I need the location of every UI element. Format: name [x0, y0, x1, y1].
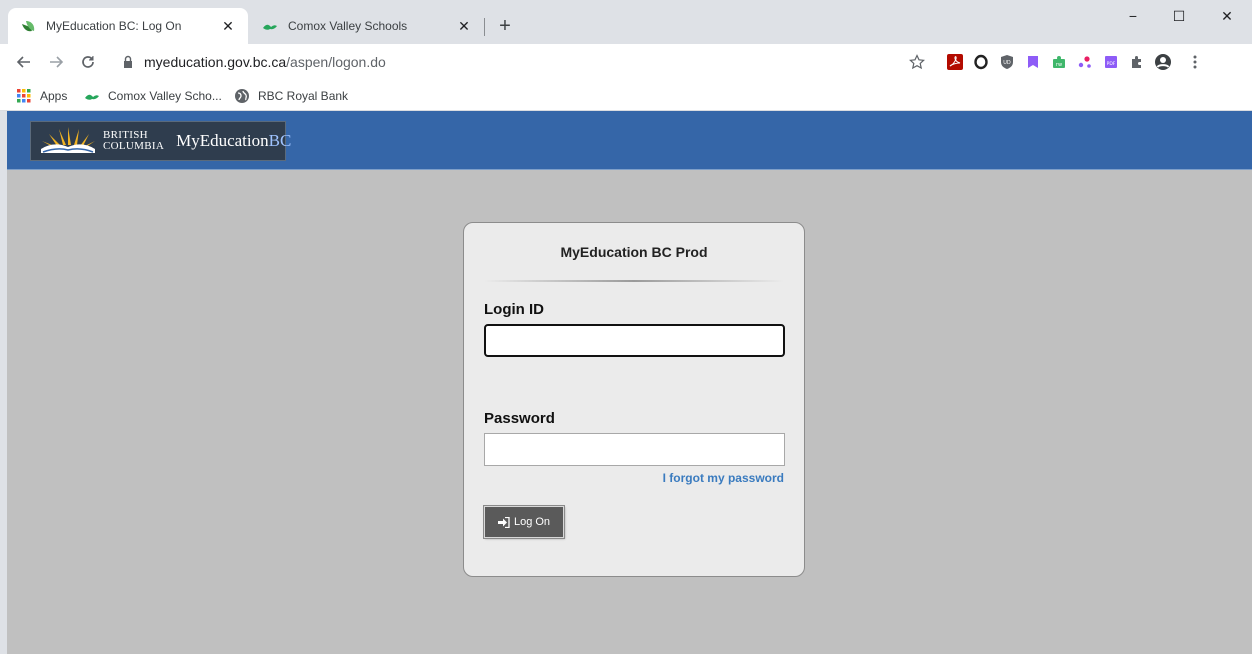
address-bar[interactable]: myeducation.gov.bc.ca/aspen/logon.do	[110, 49, 940, 75]
bookmark-apps[interactable]: Apps	[16, 86, 67, 106]
bookmarks-bar: Apps Comox Valley Scho... RBC Royal Bank	[0, 80, 1252, 111]
dots-extension-icon[interactable]	[1076, 53, 1094, 71]
leaf-favicon-icon	[20, 18, 36, 34]
bookmark-label: Apps	[40, 89, 68, 103]
log-on-button[interactable]: Log On	[483, 505, 565, 539]
tab-strip: MyEducation BC: Log On ✕ Comox Valley Sc…	[0, 0, 1252, 44]
page-content: British Columbia MyEducationBC MyEducati…	[7, 111, 1252, 654]
apps-grid-icon	[16, 88, 32, 104]
card-divider	[484, 280, 784, 282]
bookmark-purple-extension-icon[interactable]	[1024, 53, 1042, 71]
comox-favicon-icon	[262, 18, 278, 34]
ublock-shield-icon[interactable]: UD	[998, 53, 1016, 71]
bookmark-rbc[interactable]: RBC Royal Bank	[234, 86, 348, 106]
close-tab-icon[interactable]: ✕	[218, 16, 238, 36]
new-tab-button[interactable]: +	[494, 16, 516, 38]
comox-favicon-icon	[84, 88, 100, 104]
myeducation-bc-logo[interactable]: British Columbia MyEducationBC	[30, 121, 291, 161]
tab-comox-valley[interactable]: Comox Valley Schools ✕	[250, 8, 484, 44]
svg-text:PDF: PDF	[1107, 61, 1116, 67]
login-id-label: Login ID	[484, 301, 544, 318]
puzzle-green-extension-icon[interactable]: rw	[1050, 53, 1068, 71]
login-id-input[interactable]	[484, 324, 785, 357]
svg-text:UD: UD	[1003, 60, 1011, 66]
extensions-puzzle-icon[interactable]	[1128, 53, 1146, 71]
url-text: myeducation.gov.bc.ca/aspen/logon.do	[144, 54, 386, 70]
globe-icon	[234, 88, 250, 104]
profile-avatar-icon[interactable]	[1154, 53, 1172, 71]
site-header: British Columbia MyEducationBC	[7, 111, 1252, 170]
menu-kebab-icon[interactable]	[1186, 53, 1204, 71]
log-on-label: Log On	[513, 516, 551, 528]
pdf-purple-extension-icon[interactable]: PDF	[1102, 53, 1120, 71]
forward-icon[interactable]	[44, 50, 68, 74]
svg-text:rw: rw	[1056, 62, 1062, 68]
bc-sun-logo-icon	[39, 125, 97, 158]
opera-extension-icon[interactable]	[972, 53, 990, 71]
logo-line-columbia: Columbia	[103, 140, 165, 152]
bookmark-star-icon[interactable]	[908, 53, 926, 71]
tab-title: Comox Valley Schools	[288, 19, 408, 33]
lock-icon[interactable]	[122, 55, 134, 74]
pdf-extension-icon[interactable]	[946, 53, 964, 71]
password-input[interactable]	[484, 433, 785, 466]
minimize-button[interactable]: −	[1118, 4, 1148, 28]
login-card-title: MyEducation BC Prod	[560, 244, 708, 260]
app-name-main: MyEducation	[176, 131, 269, 150]
back-icon[interactable]	[12, 50, 36, 74]
close-window-button[interactable]: ✕	[1212, 4, 1242, 28]
tab-myeducation[interactable]: MyEducation BC: Log On ✕	[8, 8, 248, 44]
login-card: MyEducation BC Prod Login ID Password I …	[463, 222, 805, 577]
browser-toolbar: myeducation.gov.bc.ca/aspen/logon.do UD …	[0, 44, 1252, 80]
tab-separator	[484, 18, 485, 36]
maximize-button[interactable]: ☐	[1164, 4, 1194, 28]
close-tab-icon[interactable]: ✕	[454, 16, 474, 36]
url-path: /aspen/logon.do	[286, 54, 386, 70]
forgot-password-link[interactable]: I forgot my password	[663, 471, 784, 485]
password-label: Password	[484, 410, 555, 427]
bookmark-comox-valley[interactable]: Comox Valley Scho...	[84, 86, 222, 106]
british-columbia-wordmark: British Columbia	[103, 130, 164, 152]
bookmark-label: RBC Royal Bank	[258, 89, 349, 103]
reload-icon[interactable]	[76, 50, 100, 74]
url-host: myeducation.gov.bc.ca	[144, 54, 287, 70]
app-name-accent: BC	[268, 131, 292, 150]
tab-title: MyEducation BC: Log On	[46, 19, 182, 33]
app-name: MyEducationBC	[176, 131, 291, 151]
browser-window: MyEducation BC: Log On ✕ Comox Valley Sc…	[0, 0, 1252, 654]
sign-in-icon	[497, 516, 510, 528]
bookmark-label: Comox Valley Scho...	[108, 89, 222, 103]
